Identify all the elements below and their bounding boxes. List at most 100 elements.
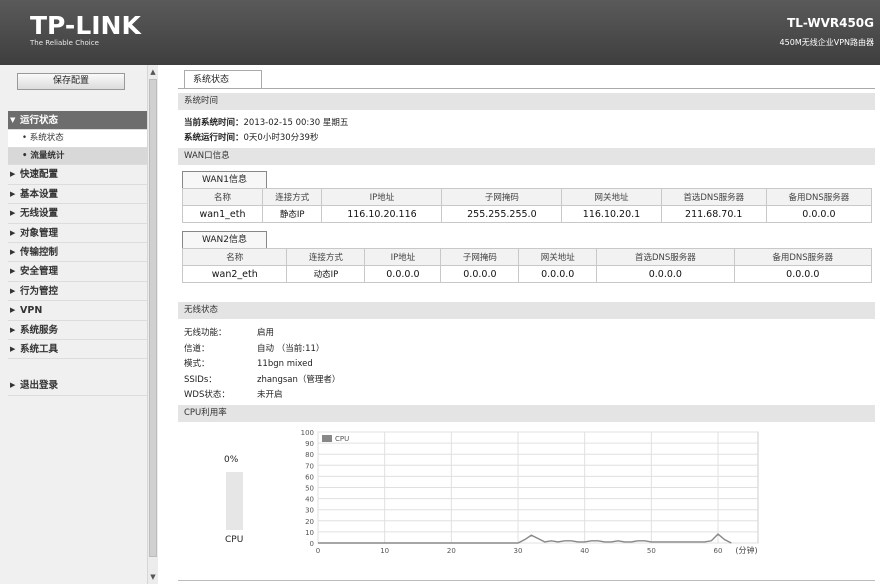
sidebar-item[interactable]: ▶ VPN [8, 301, 147, 321]
current-time-value: 2013-02-15 00:30 星期五 [243, 118, 349, 128]
sidebar-item[interactable]: ▶ 快速配置 [8, 165, 147, 185]
menu-spacer [8, 359, 147, 376]
table-header-row: 名称 连接方式 IP地址 子网掩码 网关地址 首选DNS服务器 备用DNS服务器 [182, 188, 873, 206]
wan-info-heading: WAN口信息 [178, 148, 875, 165]
wireless-label: 无线功能： [184, 328, 227, 338]
column-header: 备用DNS服务器 [733, 248, 873, 266]
y-tick-label: 0 [310, 540, 314, 548]
uptime-label: 系统运行时间： [184, 133, 244, 143]
logo-text: TP-LINK [30, 11, 141, 40]
sidebar-subitem[interactable]: • 系统状态 [8, 130, 147, 148]
wireless-row: 信道： 自动 （当前:11） [184, 342, 324, 354]
column-header: IP地址 [321, 188, 443, 206]
column-header: 子网掩码 [441, 188, 563, 206]
sidebar-scrollbar[interactable]: ▲ ▼ [147, 65, 158, 584]
wireless-value: 自动 （当前:11） [257, 343, 325, 354]
current-time-row: 当前系统时间：2013-02-15 00:30 星期五 [184, 116, 348, 128]
tab-wan1-info[interactable]: WAN1信息 [182, 171, 267, 188]
sidebar-item-label: 安全管理 [20, 266, 59, 278]
sidebar-item-label: 基本设置 [20, 188, 59, 200]
sidebar-item-label: 无线设置 [20, 208, 59, 220]
bottom-divider [178, 580, 875, 581]
wireless-label: WDS状态： [184, 390, 230, 400]
wan2-table: 名称 连接方式 IP地址 子网掩码 网关地址 首选DNS服务器 备用DNS服务器 wan2_e… [181, 248, 873, 283]
sidebar-item-label: 对象管理 [20, 227, 59, 239]
scrollbar-thumb[interactable] [149, 79, 157, 557]
tab-wan2-info[interactable]: WAN2信息 [182, 231, 267, 248]
sidebar-item[interactable]: ▶ 传输控制 [8, 243, 147, 263]
sidebar-item[interactable]: ▶ 基本设置 [8, 185, 147, 205]
column-header: 网关地址 [561, 188, 662, 206]
wireless-row: SSIDs： zhangsan（管理者） [184, 373, 340, 385]
main-content: 系统状态 系统时间 当前系统时间：2013-02-15 00:30 星期五 系统… [178, 65, 875, 584]
tab-system-status[interactable]: 系统状态 [184, 70, 262, 89]
logout-item[interactable]: ▶ 退出登录 [8, 376, 147, 396]
table-cell: 静态IP [261, 205, 323, 223]
wireless-row: 模式： 11bgn mixed [184, 357, 313, 369]
sidebar-item[interactable]: ▶ 无线设置 [8, 204, 147, 224]
table-cell: 0.0.0.0 [440, 265, 520, 283]
uptime-value: 0天0小时30分39秒 [243, 133, 319, 143]
scroll-up-icon[interactable]: ▲ [148, 67, 158, 77]
x-tick-label: 60 [714, 547, 723, 555]
table-row: wan1_eth 静态IP 116.10.20.116 255.255.255.0 11… [182, 205, 873, 223]
save-config-button[interactable]: 保存配置 [17, 73, 125, 90]
caret-right-icon: ▶ [10, 189, 16, 198]
caret-right-icon: ▶ [10, 247, 16, 256]
y-tick-label: 50 [305, 485, 314, 493]
y-tick-label: 100 [301, 429, 314, 437]
sidebar-item[interactable]: ▶ 系统服务 [8, 321, 147, 340]
tab-divider [178, 88, 875, 89]
model-desc: 450M无线企业VPN路由器 [779, 38, 874, 47]
wireless-value: 未开启 [257, 390, 283, 400]
column-header: 网关地址 [518, 248, 598, 266]
table-cell: 0.0.0.0 [733, 265, 873, 283]
column-header: 连接方式 [261, 188, 323, 206]
sidebar-item-label: 快速配置 [20, 169, 59, 181]
model-name: TL-WVR450G [787, 16, 874, 30]
wireless-value: 11bgn mixed [257, 359, 313, 369]
caret-right-icon: ▶ [10, 170, 16, 179]
model-info: TL-WVR450G 450M无线企业VPN路由器 [780, 16, 874, 48]
sidebar-item-label: VPN [20, 305, 43, 317]
column-header: 名称 [182, 188, 263, 206]
cpu-usage-chart: 0 10 20 30 40 50 60 70 80 90 100 0 10 20 30 40 50 60 (分钟) C… [301, 429, 759, 555]
wireless-label: 模式： [184, 359, 210, 369]
sidebar-subitem-label: 流量统计 [30, 150, 65, 161]
sidebar-item-label: 传输控制 [20, 246, 59, 258]
sidebar-item-label: 行为管控 [20, 285, 59, 297]
sidebar-item-label: 运行状态 [20, 115, 59, 126]
sidebar-item[interactable]: ▶ 对象管理 [8, 224, 147, 243]
cpu-chart-area: 0% CPU 0 10 20 30 40 50 60 70 80 90 100 0 10 20 30 40 50… [178, 422, 875, 584]
sidebar: 保存配置 ▼ 运行状态 • 系统状态 • 流量统计 ▶ 快速配置 ▶ 基本设置 ▶ 无线设置 ▶ 对象… [0, 65, 158, 584]
wireless-value: 启用 [257, 328, 275, 338]
table-cell: 255.255.255.0 [441, 205, 563, 223]
x-unit-label: (分钟) [735, 545, 757, 555]
sidebar-subitem[interactable]: • 流量统计 [8, 147, 147, 166]
caret-right-icon: ▶ [10, 306, 16, 315]
caret-right-icon: ▶ [10, 344, 16, 353]
wireless-label: 信道： [184, 343, 210, 354]
table-cell: 动态IP [286, 265, 366, 283]
scroll-down-icon[interactable]: ▼ [148, 572, 158, 582]
legend-label: CPU [335, 435, 349, 443]
y-tick-label: 80 [305, 451, 314, 459]
sidebar-item[interactable]: ▶ 安全管理 [8, 262, 147, 282]
system-time-heading: 系统时间 [178, 93, 875, 110]
table-cell: 211.68.70.1 [660, 205, 767, 223]
sidebar-item[interactable]: ▶ 行为管控 [8, 282, 147, 302]
cpu-heading: CPU利用率 [178, 405, 875, 422]
current-time-label: 当前系统时间： [184, 118, 244, 128]
x-tick-label: 30 [514, 547, 523, 555]
wireless-label: SSIDs： [184, 374, 217, 385]
sidebar-item[interactable]: ▼ 运行状态 [8, 111, 147, 131]
caret-right-icon: ▶ [10, 267, 16, 276]
cpu-gauge [226, 472, 243, 530]
sidebar-item[interactable]: ▶ 系统工具 [8, 340, 147, 360]
y-tick-label: 70 [305, 462, 314, 470]
column-header: 连接方式 [286, 248, 366, 266]
sidebar-subitem-label: 系统状态 [29, 133, 64, 144]
logo-tagline: The Reliable Choice [30, 39, 99, 47]
column-header: 首选DNS服务器 [596, 248, 735, 266]
y-tick-label: 30 [305, 507, 314, 515]
